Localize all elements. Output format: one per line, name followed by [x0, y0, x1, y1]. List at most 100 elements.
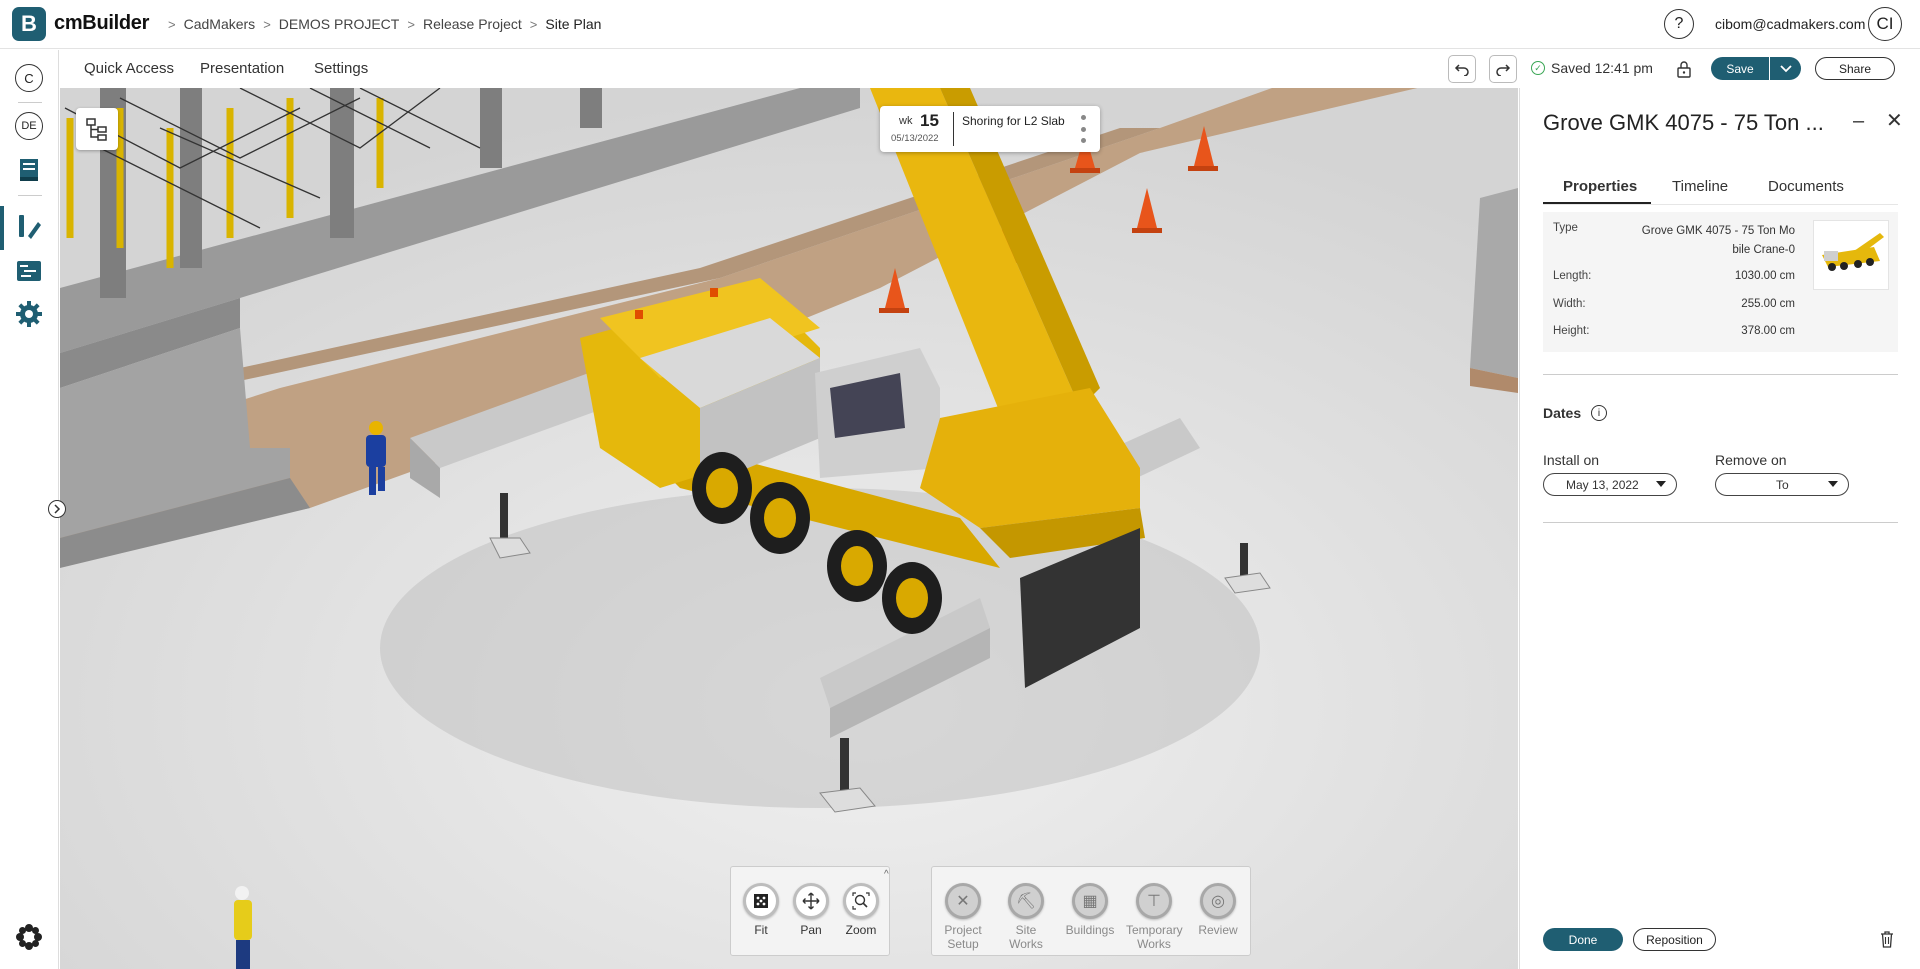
type-label: Type: [1553, 222, 1578, 234]
excavator-icon: ⛏: [1008, 883, 1044, 919]
chevron-right-icon: >: [529, 16, 538, 32]
info-icon[interactable]: i: [1591, 405, 1607, 421]
zoom-icon: [843, 883, 879, 919]
pan-icon: [793, 883, 829, 919]
width-label: Width:: [1553, 298, 1586, 310]
lock-icon[interactable]: [1676, 60, 1692, 78]
minimize-icon[interactable]: –: [1853, 110, 1864, 133]
active-indicator: [0, 206, 4, 250]
redo-icon: [1496, 64, 1511, 76]
section-divider: [1543, 522, 1898, 523]
site-scene[interactable]: [60, 88, 1518, 969]
undo-button[interactable]: [1448, 55, 1476, 83]
check-icon: ✓: [1531, 61, 1545, 75]
schedule-week-card[interactable]: wk 15 05/13/2022 Shoring for L2 Slab: [880, 106, 1100, 152]
length-value: 1030.00 cm: [1734, 270, 1795, 282]
scene-tree-button[interactable]: [76, 108, 118, 150]
top-header: B cmBuilder > CadMakers > DEMOS PROJECT …: [0, 0, 1920, 49]
buildings-button[interactable]: ▦ Buildings: [1062, 883, 1118, 937]
week-date: 05/13/2022: [891, 133, 939, 144]
chevron-up-icon[interactable]: ^: [884, 869, 889, 880]
chevron-right-icon: >: [263, 16, 271, 32]
avatar[interactable]: CI: [1868, 7, 1902, 41]
close-icon[interactable]: ✕: [1886, 108, 1903, 133]
save-button[interactable]: Save: [1711, 57, 1769, 80]
temporary-works-button[interactable]: ⊤ Temporary Works: [1126, 883, 1183, 951]
breadcrumb-item-project-group[interactable]: DEMOS PROJECT: [279, 16, 400, 32]
tab-baseline: [1543, 204, 1898, 205]
section-divider: [1543, 374, 1898, 375]
save-status: ✓ Saved 12:41 pm: [1531, 60, 1653, 76]
caret-down-icon: [1656, 481, 1666, 487]
company-switcher[interactable]: C: [15, 64, 43, 92]
breadcrumb-item-project[interactable]: Release Project: [423, 16, 522, 32]
card-divider: [953, 112, 954, 146]
buildings-label: Buildings: [1065, 923, 1115, 937]
trash-icon[interactable]: [1879, 930, 1895, 948]
project-setup-label-line1: Project: [944, 923, 982, 937]
height-label: Height:: [1553, 325, 1590, 337]
properties-panel: Grove GMK 4075 - 75 Ton ... – ✕ Properti…: [1519, 88, 1920, 969]
site-works-button[interactable]: ⛏ Site Works: [998, 883, 1054, 951]
pan-button[interactable]: Pan: [783, 883, 839, 937]
install-on-date-dropdown[interactable]: May 13, 2022: [1543, 473, 1677, 496]
reposition-button[interactable]: Reposition: [1633, 928, 1716, 951]
install-on-value: May 13, 2022: [1566, 477, 1639, 492]
review-icon: ◎: [1200, 883, 1236, 919]
breadcrumb-item-company[interactable]: CadMakers: [184, 16, 256, 32]
crane-thumbnail: [1813, 220, 1889, 290]
3d-viewport[interactable]: wk 15 05/13/2022 Shoring for L2 Slab ^ F…: [60, 88, 1518, 969]
week-number: 15: [920, 111, 939, 130]
height-value: 378.00 cm: [1741, 325, 1795, 337]
pan-label: Pan: [800, 923, 822, 937]
fit-icon: [743, 883, 779, 919]
more-options-icon[interactable]: [1080, 115, 1086, 143]
fit-label: Fit: [754, 923, 768, 937]
caret-down-icon: [1828, 481, 1838, 487]
category-tools-panel: ✕ Project Setup ⛏ Site Works ▦ Buildings…: [931, 866, 1251, 956]
project-setup-button[interactable]: ✕ Project Setup: [935, 883, 991, 951]
tab-properties[interactable]: Properties: [1563, 178, 1637, 195]
menu-settings[interactable]: Settings: [314, 60, 368, 77]
gear-icon[interactable]: [14, 299, 44, 329]
tools-icon: ✕: [945, 883, 981, 919]
site-works-label: Site Works: [1009, 923, 1043, 951]
chevron-right-icon: [54, 504, 61, 514]
schedule-board-icon[interactable]: [14, 256, 44, 286]
user-email[interactable]: cibom@cadmakers.com: [1715, 16, 1865, 32]
save-options-dropdown[interactable]: [1770, 57, 1801, 80]
tab-timeline[interactable]: Timeline: [1672, 178, 1728, 195]
zoom-button[interactable]: Zoom: [833, 883, 889, 937]
chevron-right-icon: >: [407, 16, 415, 32]
schedule-task-name: Shoring for L2 Slab: [962, 114, 1065, 128]
zoom-label: Zoom: [845, 923, 877, 937]
rail-divider: [18, 195, 42, 196]
chevron-down-icon: [1779, 64, 1792, 72]
model-book-icon[interactable]: [14, 155, 44, 185]
temporary-works-label-line2: Works: [1137, 937, 1171, 951]
rail-divider: [18, 102, 42, 103]
review-button[interactable]: ◎ Review: [1190, 883, 1246, 937]
chevron-right-icon: >: [168, 16, 176, 32]
help-button[interactable]: ?: [1664, 9, 1694, 39]
properties-table: Type Grove GMK 4075 - 75 Ton Mobile Cran…: [1543, 212, 1898, 352]
tab-documents[interactable]: Documents: [1768, 178, 1844, 195]
language-switcher[interactable]: DE: [15, 112, 43, 140]
redo-button[interactable]: [1489, 55, 1517, 83]
menu-quick-access[interactable]: Quick Access: [84, 60, 174, 77]
building-icon: ▦: [1072, 883, 1108, 919]
fit-button[interactable]: Fit: [733, 883, 789, 937]
done-button[interactable]: Done: [1543, 928, 1623, 951]
remove-on-value: To: [1776, 477, 1789, 492]
share-button[interactable]: Share: [1815, 57, 1895, 80]
saved-text: Saved 12:41 pm: [1551, 60, 1653, 76]
length-label: Length:: [1553, 270, 1592, 282]
apps-flower-icon[interactable]: [14, 922, 44, 952]
width-value: 255.00 cm: [1741, 298, 1795, 310]
collapse-sidebar-button[interactable]: [48, 500, 66, 518]
design-pen-icon[interactable]: [14, 212, 44, 242]
app-logo-icon[interactable]: B: [12, 7, 46, 41]
remove-on-date-dropdown[interactable]: To: [1715, 473, 1849, 496]
breadcrumb: > CadMakers > DEMOS PROJECT > Release Pr…: [168, 16, 601, 32]
menu-presentation[interactable]: Presentation: [200, 60, 284, 77]
